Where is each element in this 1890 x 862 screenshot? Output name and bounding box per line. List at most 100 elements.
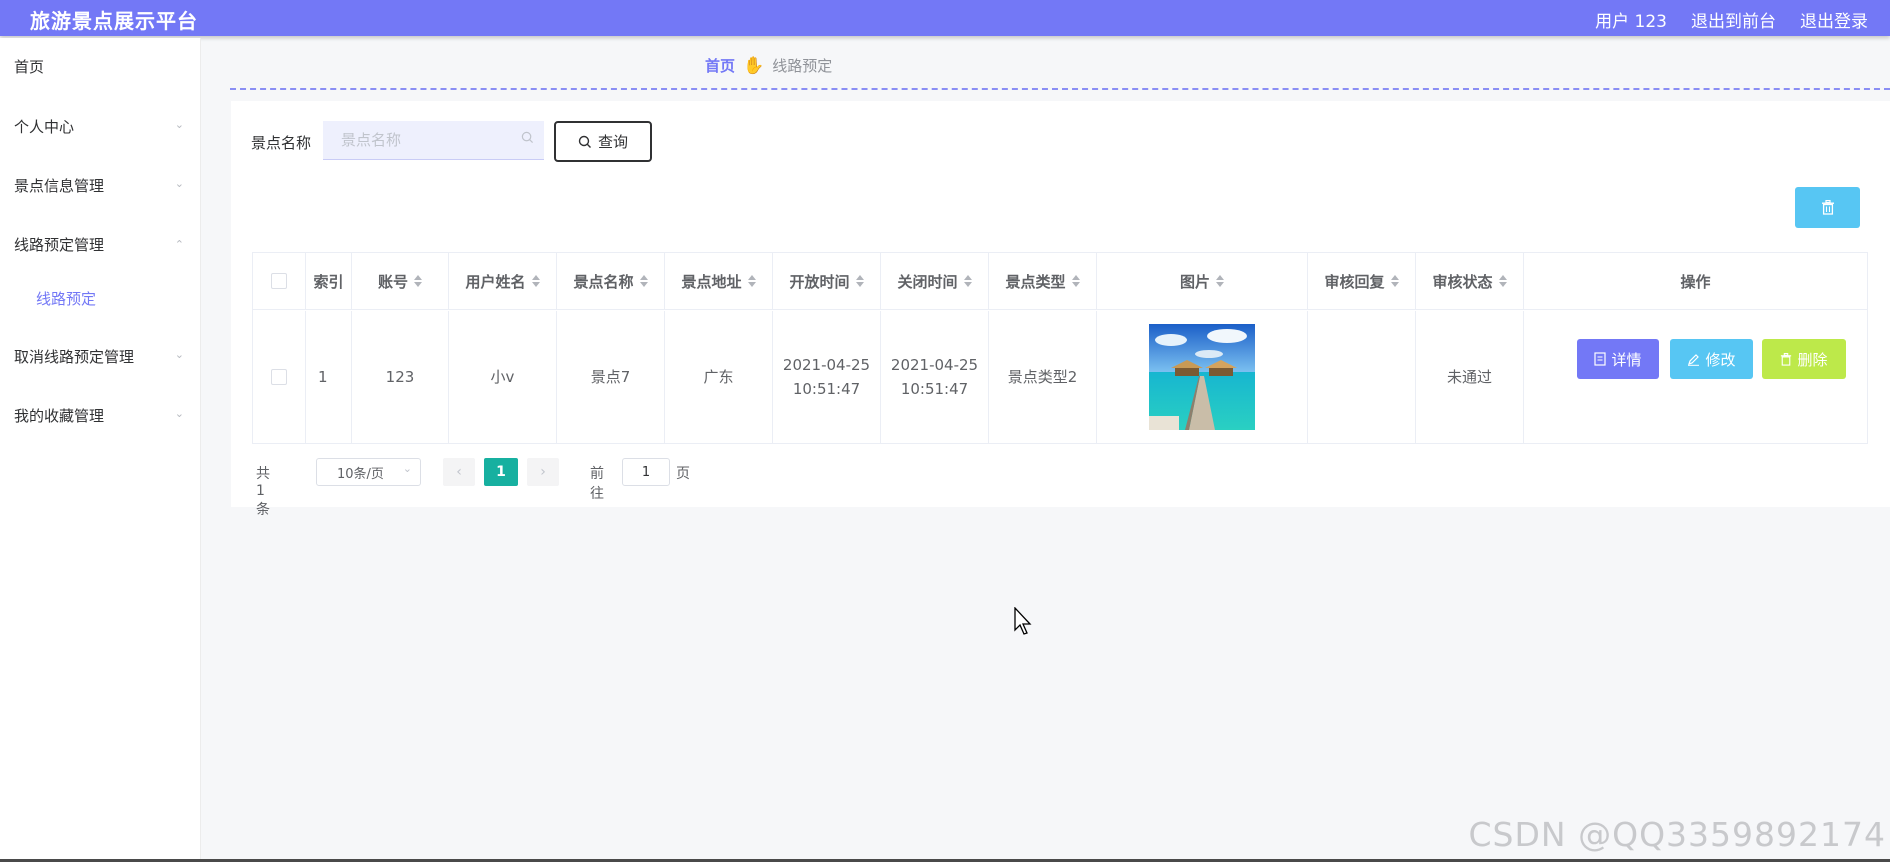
- column-header[interactable]: 景点类型: [989, 253, 1097, 310]
- beach-pier-photo[interactable]: [1149, 324, 1255, 430]
- trash-icon: [1821, 200, 1834, 215]
- sidebar-item-spot-info[interactable]: 景点信息管理 ⌄: [14, 175, 184, 196]
- brand-title: 旅游景点展示平台: [30, 9, 198, 33]
- chevron-left-icon: ‹: [456, 464, 462, 480]
- search-icon: [578, 135, 591, 148]
- sort-icon[interactable]: [855, 274, 864, 288]
- sidebar-item-label: 线路预定管理: [14, 236, 105, 254]
- table-cell: 景点类型2: [989, 311, 1097, 443]
- sidebar-item-route-booking[interactable]: 线路预定管理 ⌃: [14, 234, 184, 255]
- search-input[interactable]: [339, 130, 513, 150]
- sidebar-item-home[interactable]: 首页: [14, 56, 184, 77]
- search-box: [323, 121, 544, 160]
- sidebar-item-label: 我的收藏管理: [14, 407, 105, 425]
- page-size-value: 10条/页: [337, 467, 384, 482]
- sidebar-item-favorites[interactable]: 我的收藏管理 ⌄: [14, 405, 184, 426]
- sort-icon[interactable]: [1216, 274, 1224, 288]
- table-cell: 2021-04-25 10:51:47: [881, 311, 989, 443]
- image-cell: [1097, 311, 1308, 443]
- sidebar-item-personal-center[interactable]: 个人中心 ⌄: [14, 116, 184, 137]
- edit-button-label: 修改: [1705, 350, 1736, 369]
- chevron-down-icon: ⌄: [174, 348, 184, 361]
- column-header[interactable]: 关闭时间: [881, 253, 989, 310]
- table-cell: 小v: [449, 311, 557, 443]
- header-select-all: [253, 253, 306, 310]
- trash-icon: [1781, 352, 1792, 366]
- goto-label: 前往: [590, 466, 604, 502]
- sidebar-item-cancel-booking[interactable]: 取消线路预定管理 ⌄: [14, 346, 184, 367]
- edit-pencil-icon: [1688, 353, 1700, 366]
- sidebar-item-label: 个人中心: [14, 118, 75, 136]
- chevron-down-icon: ⌄: [174, 118, 184, 131]
- user-name[interactable]: 用户 123: [1595, 7, 1667, 32]
- next-page-button[interactable]: ›: [527, 458, 559, 486]
- delete-button[interactable]: 删除: [1762, 339, 1846, 379]
- sidebar: 首页 个人中心 ⌄ 景点信息管理 ⌄ 线路预定管理 ⌃ 线路预定 取消线路预定管…: [0, 38, 201, 862]
- prev-page-button[interactable]: ‹: [443, 458, 475, 486]
- column-header[interactable]: 景点地址: [665, 253, 773, 310]
- chevron-right-icon: ›: [540, 464, 546, 480]
- table-cell: 123: [352, 311, 449, 443]
- sidebar-item-label: 取消线路预定管理: [14, 348, 135, 366]
- page-size-select[interactable]: 10条/页 ⌄: [316, 458, 421, 486]
- goto-page-input[interactable]: [622, 458, 670, 486]
- column-header[interactable]: 景点名称: [557, 253, 665, 310]
- row-select-cell: [253, 311, 306, 443]
- sort-icon[interactable]: [414, 274, 422, 288]
- chevron-down-icon: ⌄: [402, 462, 412, 475]
- bulk-delete-button[interactable]: [1795, 187, 1860, 228]
- data-table: 索引 账号 用户姓名 景点名称 景点地址 开放时间 关闭时间 景点类型 图片 审…: [252, 252, 1868, 444]
- column-header: 操作: [1524, 253, 1867, 310]
- detail-button-label: 详情: [1611, 350, 1642, 369]
- column-header[interactable]: 索引: [306, 253, 352, 310]
- total-count: 共 1 条: [256, 466, 270, 518]
- sort-icon[interactable]: [639, 274, 648, 288]
- sidebar-item-label: 景点信息管理: [14, 177, 105, 195]
- chevron-down-icon: ⌄: [174, 407, 184, 420]
- sort-icon[interactable]: [1071, 274, 1080, 288]
- edit-button[interactable]: 修改: [1670, 339, 1753, 379]
- sort-icon[interactable]: [1390, 274, 1399, 288]
- sidebar-item-label: 首页: [14, 58, 45, 76]
- watermark: CSDN @QQ3359892174: [1468, 815, 1886, 854]
- exit-to-front-link[interactable]: 退出到前台: [1691, 7, 1776, 32]
- select-all-checkbox[interactable]: [271, 273, 287, 289]
- breadcrumb: 首页 ✋ 线路预定: [705, 55, 832, 76]
- chevron-up-icon: ⌃: [174, 238, 184, 251]
- breadcrumb-current: 线路预定: [772, 57, 833, 75]
- table-cell: 1: [306, 311, 352, 443]
- table-cell: 2021-04-25 10:51:47: [773, 311, 881, 443]
- detail-button[interactable]: 详情: [1577, 339, 1659, 379]
- table-cell: 景点7: [557, 311, 665, 443]
- column-header[interactable]: 开放时间: [773, 253, 881, 310]
- column-header[interactable]: 用户姓名: [449, 253, 557, 310]
- hand-icon: ✋: [743, 55, 765, 76]
- status-cell: 未通过: [1416, 311, 1524, 443]
- breadcrumb-home[interactable]: 首页: [705, 55, 735, 76]
- column-header[interactable]: 账号: [352, 253, 449, 310]
- search-label: 景点名称: [251, 134, 312, 152]
- breadcrumb-divider: [230, 88, 1890, 90]
- query-button-label: 查询: [597, 133, 628, 151]
- column-header[interactable]: 审核回复: [1308, 253, 1416, 310]
- chevron-down-icon: ⌄: [174, 177, 184, 190]
- logout-link[interactable]: 退出登录: [1800, 7, 1868, 32]
- sort-icon[interactable]: [963, 274, 972, 288]
- query-button[interactable]: 查询: [554, 121, 652, 162]
- sort-icon[interactable]: [531, 274, 540, 288]
- top-bar: 旅游景点展示平台 用户 123 退出到前台 退出登录: [0, 0, 1890, 36]
- sidebar-subitem-route-booking[interactable]: 线路预定: [36, 288, 96, 309]
- sort-icon[interactable]: [1498, 274, 1507, 288]
- delete-button-label: 删除: [1797, 350, 1828, 369]
- table-cell: [1308, 311, 1416, 443]
- row-checkbox[interactable]: [271, 369, 287, 385]
- column-header[interactable]: 图片: [1097, 253, 1308, 310]
- sort-icon[interactable]: [747, 274, 756, 288]
- search-icon: [521, 131, 534, 144]
- top-links: 用户 123 退出到前台 退出登录: [1595, 7, 1868, 32]
- column-header[interactable]: 审核状态: [1416, 253, 1524, 310]
- page-number-current[interactable]: 1: [484, 458, 518, 486]
- goto-unit: 页: [676, 466, 690, 482]
- table-cell: 广东: [665, 311, 773, 443]
- document-icon: [1594, 352, 1607, 366]
